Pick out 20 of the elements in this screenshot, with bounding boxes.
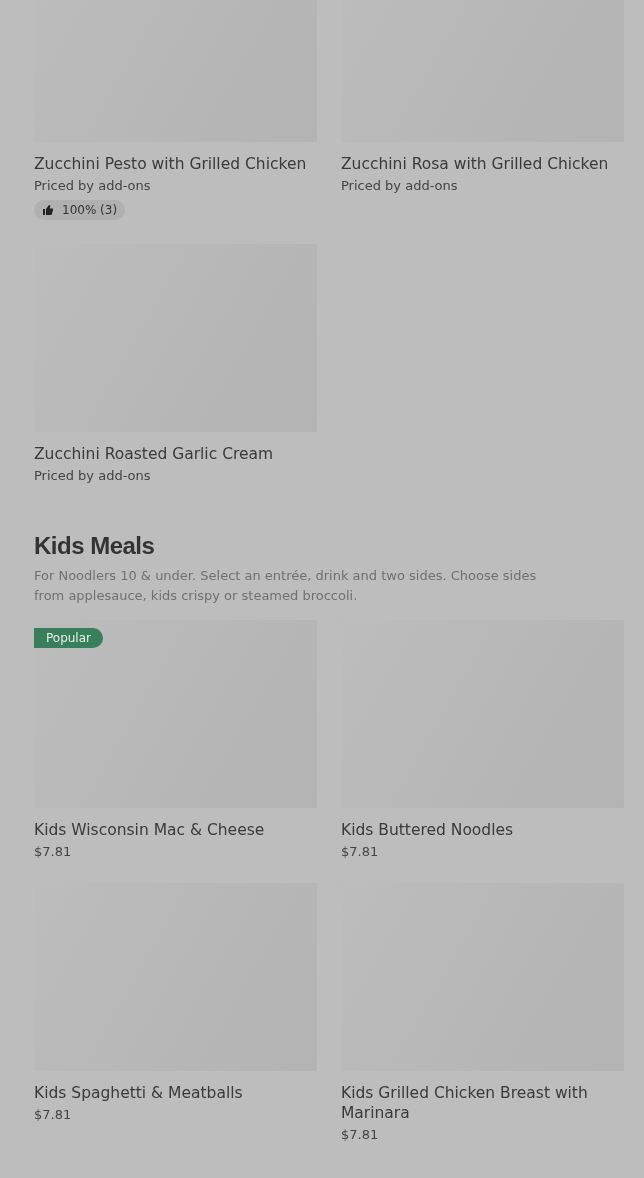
item-name[interactable]: Zucchini Pesto with Grilled Chicken (34, 154, 317, 174)
rating-pill: 100% (3) (34, 200, 126, 220)
item-name[interactable]: Zucchini Roasted Garlic Cream (34, 444, 317, 464)
item-name[interactable]: Kids Spaghetti & Meatballs (34, 1083, 317, 1103)
item-name[interactable]: Zucchini Rosa with Grilled Chicken (341, 154, 624, 174)
thumbs-up-icon (42, 204, 54, 216)
item-price: Priced by add-ons (341, 178, 459, 193)
item-name[interactable]: Kids Wisconsin Mac & Cheese (34, 820, 317, 840)
item-price: Priced by add-ons (34, 178, 152, 193)
item-price: $7.81 (34, 844, 73, 859)
section-heading: Kids Meals (34, 531, 156, 561)
section-description: For Noodlers 10 & under. Select an entrée, drink and two sides. Choose sides from applesauce, kids crispy or steamed broccoli. (34, 567, 538, 605)
item-price: $7.81 (34, 1107, 73, 1122)
item-price: Priced by add-ons (34, 468, 152, 483)
image-placeholder[interactable]: Popular (34, 620, 317, 808)
item-name[interactable]: Kids Buttered Noodles (341, 820, 624, 840)
item-price: $7.81 (341, 844, 380, 859)
item-price: $7.81 (341, 1127, 380, 1142)
item-name[interactable]: Kids Grilled Chicken Breast with Marinara (341, 1083, 624, 1123)
popular-badge: Popular (34, 628, 103, 648)
